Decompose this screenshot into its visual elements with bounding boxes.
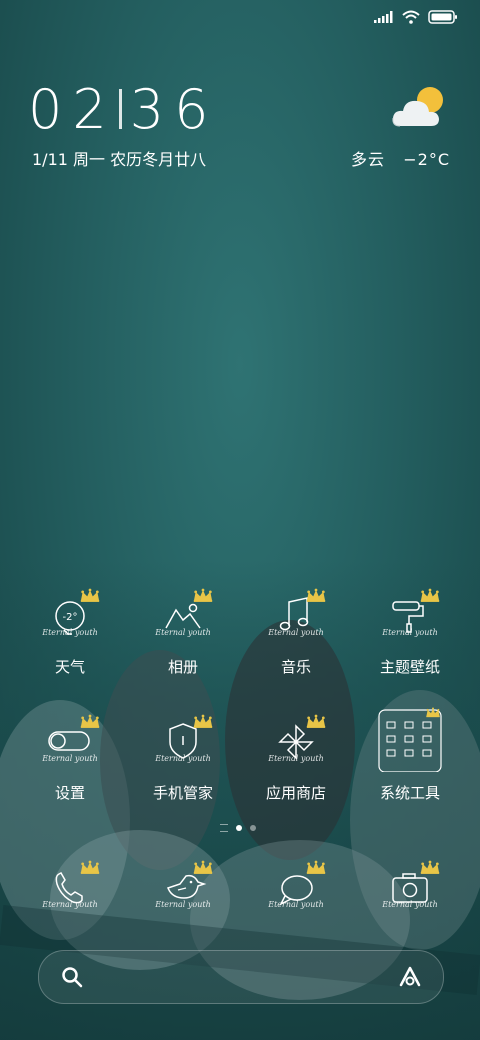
assistant-a-icon[interactable] <box>397 965 423 989</box>
app-script: Eternal youth <box>42 900 98 909</box>
app-label: 音乐 <box>280 658 311 676</box>
search-bar[interactable] <box>38 950 444 1004</box>
weather-condition: 多云 <box>350 150 385 169</box>
app-label: 天气 <box>54 658 85 676</box>
page-indicator[interactable] <box>220 824 256 832</box>
app-system-tools[interactable]: 系统工具 <box>360 706 460 816</box>
app-script: Eternal youth <box>382 628 438 637</box>
app-script: Eternal youth <box>155 628 211 637</box>
app-gallery[interactable]: Eternal youth 相册 <box>133 586 233 696</box>
app-label: 相册 <box>167 658 198 676</box>
app-script: Eternal youth <box>42 754 98 763</box>
wifi-icon <box>402 10 420 24</box>
app-script: Eternal youth <box>268 754 324 763</box>
folder-grid-icon <box>378 707 442 772</box>
app-label: 应用商店 <box>265 784 326 802</box>
weather-summary[interactable]: 多云 −2°C <box>351 146 450 170</box>
app-weather[interactable]: -2° Eternal youth 天气 <box>20 586 120 696</box>
partly-cloudy-icon[interactable] <box>390 82 450 132</box>
status-bar <box>374 10 458 24</box>
app-script: Eternal youth <box>268 900 324 909</box>
app-script: Eternal youth <box>268 628 324 637</box>
page-indicator-minus-one <box>220 824 228 832</box>
app-script: Eternal youth <box>42 628 98 637</box>
page-dot-active <box>236 825 242 831</box>
clock-hours: 02 <box>28 78 117 141</box>
app-label: 设置 <box>54 784 85 802</box>
weather-face-text: -2° <box>63 612 78 623</box>
app-script: Eternal youth <box>155 900 211 909</box>
clock-minutes: 36 <box>129 78 219 141</box>
app-label: 手机管家 <box>152 784 213 802</box>
page-dot <box>250 825 256 831</box>
app-label: 系统工具 <box>379 784 440 802</box>
app-themes[interactable]: Eternal youth 主题壁纸 <box>360 586 460 696</box>
app-script: Eternal youth <box>155 754 211 763</box>
app-settings[interactable]: Eternal youth 设置 <box>20 712 120 822</box>
app-security[interactable]: Eternal youth 手机管家 <box>133 712 233 822</box>
signal-icon <box>374 11 393 23</box>
clock-separator <box>118 89 122 130</box>
app-music[interactable]: Eternal youth 音乐 <box>246 586 346 696</box>
weather-temperature: −2°C <box>403 150 450 169</box>
search-icon[interactable] <box>61 966 83 988</box>
app-store[interactable]: Eternal youth 应用商店 <box>246 712 346 822</box>
battery-icon <box>428 10 457 24</box>
app-script: Eternal youth <box>382 900 438 909</box>
clock[interactable]: 02 36 <box>28 78 218 141</box>
app-label: 主题壁纸 <box>379 658 440 676</box>
date-line[interactable]: 1/11 周一 农历冬月廿八 <box>32 146 206 170</box>
